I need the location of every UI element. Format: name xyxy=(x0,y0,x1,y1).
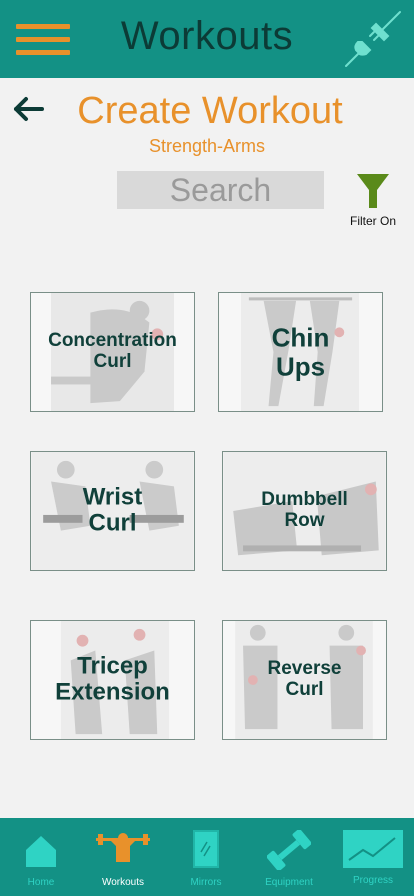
exercise-label: Dumbbell Row xyxy=(261,489,348,531)
nav-label-progress: Progress xyxy=(352,875,393,886)
exercise-label: Chin Ups xyxy=(271,322,330,381)
exercise-label: Concentration Curl xyxy=(48,330,177,372)
exercise-card-reverse-curl[interactable]: Reverse Curl xyxy=(222,620,387,740)
plug-icon[interactable] xyxy=(344,10,402,68)
nav-workouts[interactable]: Workouts xyxy=(82,818,164,896)
nav-progress[interactable]: Progress xyxy=(332,818,414,896)
exercise-label: Reverse Curl xyxy=(267,658,342,700)
mirror-icon xyxy=(193,830,219,868)
home-icon xyxy=(26,836,56,867)
nav-label-workouts: Workouts xyxy=(101,877,145,888)
filter-label: Filter On xyxy=(349,214,396,228)
back-arrow-icon[interactable] xyxy=(12,92,46,126)
filter-button[interactable]: Filter On xyxy=(348,172,398,230)
exercise-card-concentration-curl[interactable]: Concentration Curl xyxy=(30,292,195,412)
nav-label-home: Home xyxy=(27,877,55,888)
exercise-label: Wrist Curl xyxy=(82,483,143,537)
nav-mirrors[interactable]: Mirrors xyxy=(165,818,247,896)
nav-label-mirrors: Mirrors xyxy=(190,877,222,888)
exercise-label: Tricep Extension xyxy=(55,652,170,706)
progress-chart-icon xyxy=(343,830,403,868)
weightlifter-icon xyxy=(96,833,150,862)
dumbbell-icon xyxy=(267,830,311,870)
exercise-card-dumbbell-row[interactable]: Dumbbell Row xyxy=(222,451,387,571)
exercise-card-tricep-extension[interactable]: Tricep Extension xyxy=(30,620,195,740)
page-subtitle: Strength-Arms xyxy=(148,136,266,156)
bottom-nav-bar: Home Workouts Mirrors Equipment Progress xyxy=(0,818,414,896)
nav-label-equipment: Equipment xyxy=(265,877,313,888)
page-title: Create Workout xyxy=(77,90,343,132)
search-input[interactable] xyxy=(117,171,324,209)
nav-home[interactable]: Home xyxy=(0,818,82,896)
top-app-bar: Workouts xyxy=(0,0,414,78)
exercise-card-chin-ups[interactable]: Chin Ups xyxy=(218,292,383,412)
nav-equipment[interactable]: Equipment xyxy=(248,818,330,896)
exercise-card-wrist-curl[interactable]: Wrist Curl xyxy=(30,451,195,571)
funnel-icon xyxy=(357,174,389,208)
